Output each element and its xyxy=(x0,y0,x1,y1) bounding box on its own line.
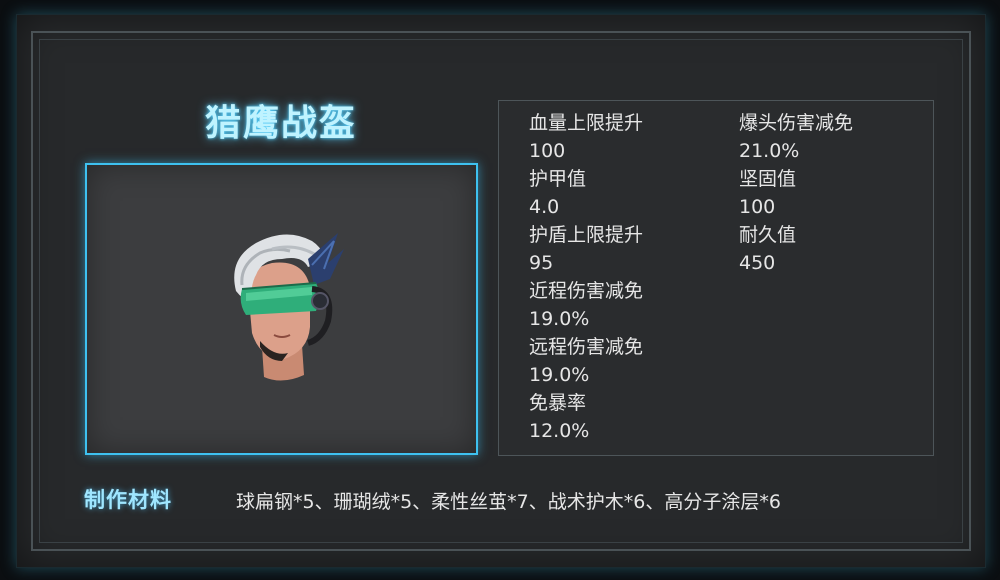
stat-value: 95 xyxy=(529,252,554,274)
stat-value: 450 xyxy=(739,252,776,274)
stat-value: 19.0% xyxy=(529,364,590,386)
stat-value: 4.0 xyxy=(529,196,560,218)
stat-label: 近程伤害减免 xyxy=(529,280,644,302)
stat-value: 19.0% xyxy=(529,308,590,330)
stat-item: 爆头伤害减免 21.0% xyxy=(739,109,853,165)
stat-label: 远程伤害减免 xyxy=(529,336,644,358)
stat-label: 免暴率 xyxy=(529,392,587,414)
stat-label: 坚固值 xyxy=(739,168,797,190)
stat-label: 护盾上限提升 xyxy=(529,224,644,246)
stat-item: 血量上限提升 100 xyxy=(529,109,643,165)
stat-item: 耐久值 450 xyxy=(739,221,853,277)
item-title: 猎鹰战盔 xyxy=(204,103,357,144)
stat-item: 免暴率 12.0% xyxy=(529,389,643,445)
stat-value: 100 xyxy=(739,196,776,218)
stat-item: 远程伤害减免 19.0% xyxy=(529,333,643,389)
materials-label: 制作材料 xyxy=(84,488,172,512)
helmet-icon xyxy=(234,233,344,381)
stat-label: 爆头伤害减免 xyxy=(739,112,854,134)
materials-list: 球扁钢*5、珊瑚绒*5、柔性丝茧*7、战术护木*6、高分子涂层*6 xyxy=(236,491,781,513)
stat-item: 护甲值 4.0 xyxy=(529,165,643,221)
stat-item: 坚固值 100 xyxy=(739,165,853,221)
stat-label: 血量上限提升 xyxy=(529,112,644,134)
stat-label: 护甲值 xyxy=(529,168,587,190)
stats-panel: 血量上限提升 100 护甲值 4.0 护盾上限提升 95 近程伤害减免 19.0% 远程… xyxy=(498,100,934,456)
stat-value: 21.0% xyxy=(739,140,800,162)
item-preview[interactable] xyxy=(85,163,478,455)
stats-column-left: 血量上限提升 100 护甲值 4.0 护盾上限提升 95 近程伤害减免 19.0% 远程… xyxy=(529,109,643,445)
stat-item: 近程伤害减免 19.0% xyxy=(529,277,643,333)
stats-column-right: 爆头伤害减免 21.0% 坚固值 100 耐久值 450 xyxy=(739,109,853,277)
stat-item: 护盾上限提升 95 xyxy=(529,221,643,277)
stat-value: 100 xyxy=(529,140,566,162)
stat-value: 12.0% xyxy=(529,420,590,442)
stat-label: 耐久值 xyxy=(739,224,797,246)
